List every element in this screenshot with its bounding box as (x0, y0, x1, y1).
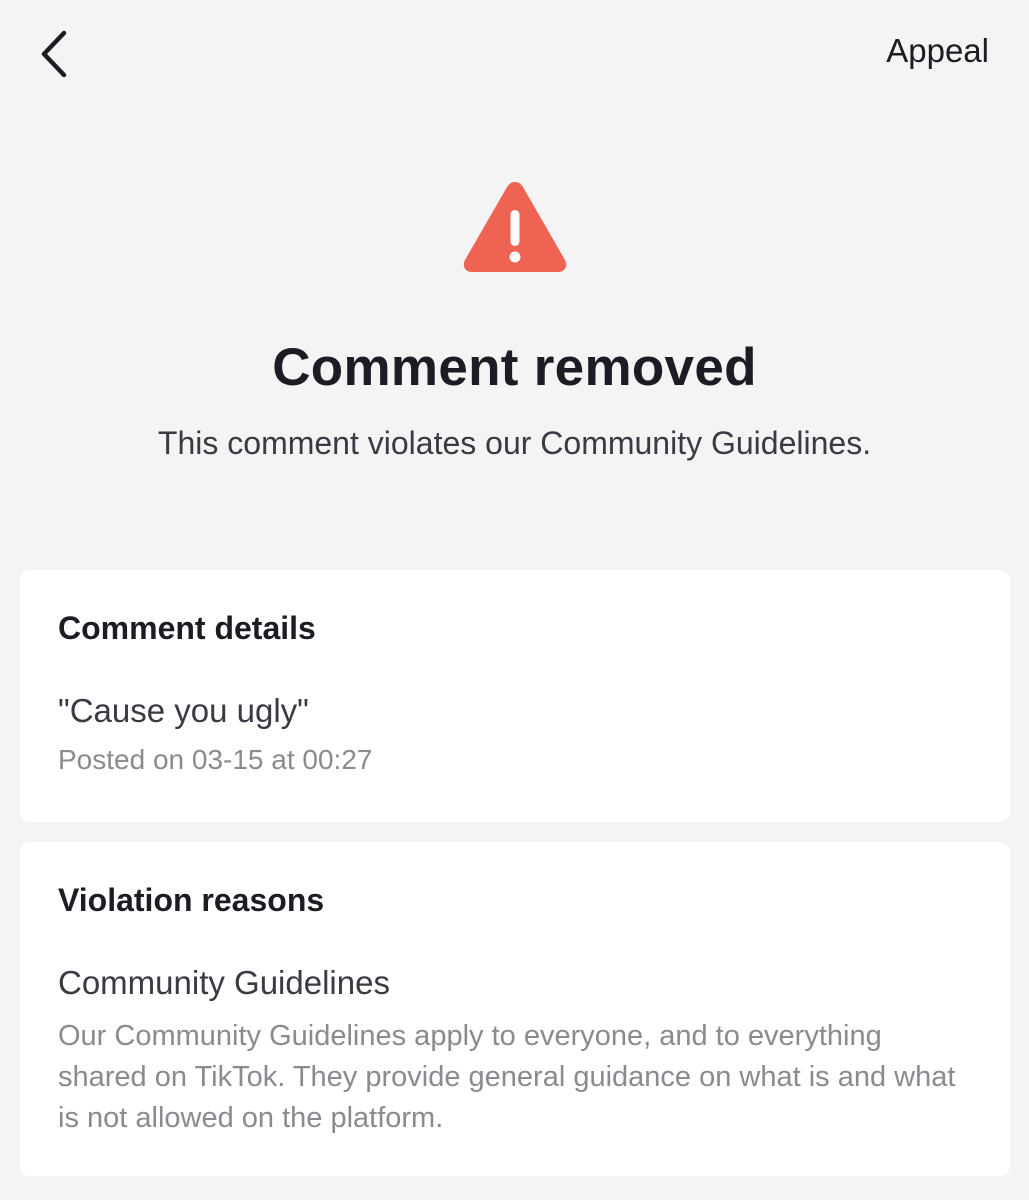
posted-timestamp: Posted on 03-15 at 00:27 (58, 744, 373, 775)
comment-text: "Cause you ugly" (58, 692, 309, 729)
page-subtitle: This comment violates our Community Guid… (157, 425, 872, 461)
comment-removed-screen: Appeal Comment removed This comment viol… (0, 0, 1029, 1200)
hero-section: Comment removed This comment violates ou… (0, 176, 1029, 464)
comment-details-heading: Comment details (58, 610, 316, 646)
violation-reasons-heading: Violation reasons (58, 882, 325, 918)
reason-title: Community Guidelines (58, 964, 390, 1001)
page-title: Comment removed (272, 338, 757, 397)
warning-triangle-icon (463, 182, 566, 272)
reason-description: Our Community Guidelines apply to everyo… (58, 1020, 956, 1134)
chevron-left-icon (41, 30, 67, 78)
violation-reasons-card: Violation reasons Community Guidelines O… (20, 842, 1010, 1176)
comment-details-card: Comment details "Cause you ugly" Posted … (20, 570, 1010, 822)
appeal-button[interactable]: Appeal (886, 30, 989, 72)
back-button[interactable] (34, 28, 78, 80)
